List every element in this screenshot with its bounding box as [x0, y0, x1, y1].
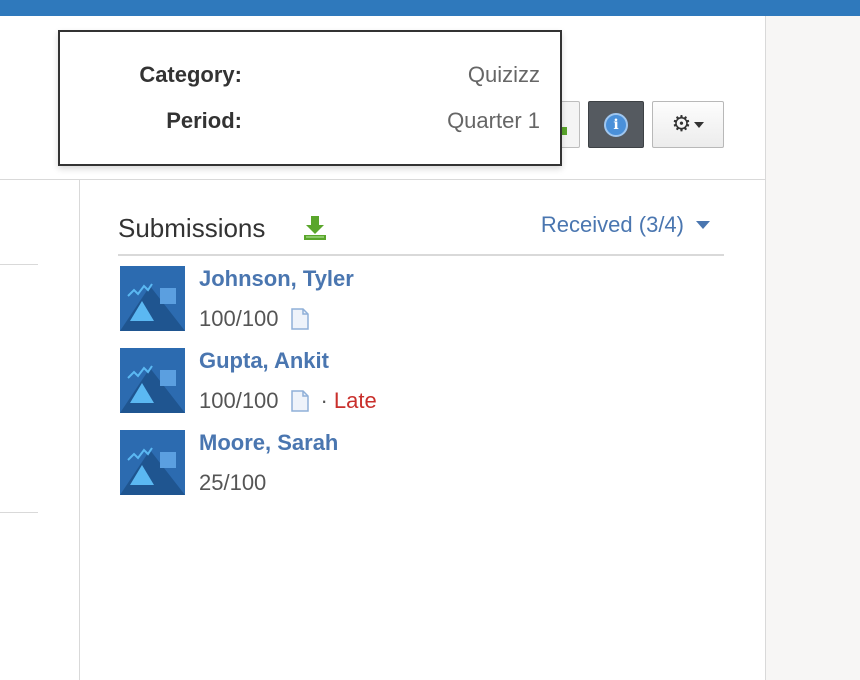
- category-label: Category:: [139, 62, 242, 87]
- avatar: [120, 430, 185, 495]
- category-value: Quizizz: [467, 62, 540, 87]
- gear-icon: ⚙: [671, 111, 692, 137]
- student-name-link[interactable]: Moore, Sarah: [199, 430, 338, 456]
- period-label: Period:: [166, 108, 242, 133]
- submission-meta: 25/100: [199, 470, 266, 496]
- score: 25/100: [199, 470, 267, 495]
- right-gutter: [765, 16, 860, 680]
- document-icon[interactable]: [290, 308, 309, 330]
- column-divider: [79, 179, 80, 680]
- period-value: Quarter 1: [447, 108, 540, 133]
- avatar: [120, 348, 185, 413]
- score: 100/100: [199, 388, 279, 413]
- header-divider: [0, 179, 765, 180]
- late-badge: Late: [333, 388, 377, 413]
- info-button[interactable]: i: [588, 101, 644, 148]
- left-column-divider: [0, 264, 38, 265]
- info-popover: Category: Quizizz Period: Quarter 1: [58, 30, 562, 166]
- popover-row-period: Period: Quarter 1: [60, 108, 560, 138]
- info-icon: i: [604, 112, 628, 137]
- received-filter-label: Received (3/4): [540, 212, 684, 237]
- submission-meta: 100/100 · Late: [199, 388, 377, 414]
- left-column-divider: [0, 512, 38, 513]
- submission-item: Moore, Sarah 25/100: [120, 430, 720, 496]
- submission-meta: 100/100: [199, 306, 309, 332]
- submissions-title: Submissions: [118, 213, 266, 243]
- score: 100/100: [199, 306, 279, 331]
- document-icon[interactable]: [290, 390, 309, 412]
- submission-item: Johnson, Tyler 100/100: [120, 266, 720, 332]
- student-name-link[interactable]: Johnson, Tyler: [199, 266, 354, 292]
- chevron-down-icon: [694, 121, 705, 128]
- chevron-down-icon: [696, 221, 710, 229]
- popover-row-category: Category: Quizizz: [60, 62, 560, 92]
- top-nav-bar: [0, 0, 860, 16]
- submissions-header: Submissions Received (3/4): [118, 210, 724, 256]
- separator-dot: ·: [320, 388, 328, 413]
- avatar: [120, 266, 185, 331]
- submission-item: Gupta, Ankit 100/100 · Late: [120, 348, 720, 414]
- settings-dropdown-button[interactable]: ⚙: [652, 101, 724, 148]
- received-filter-dropdown[interactable]: Received (3/4): [541, 212, 710, 238]
- student-name-link[interactable]: Gupta, Ankit: [199, 348, 329, 374]
- download-icon[interactable]: [301, 214, 329, 242]
